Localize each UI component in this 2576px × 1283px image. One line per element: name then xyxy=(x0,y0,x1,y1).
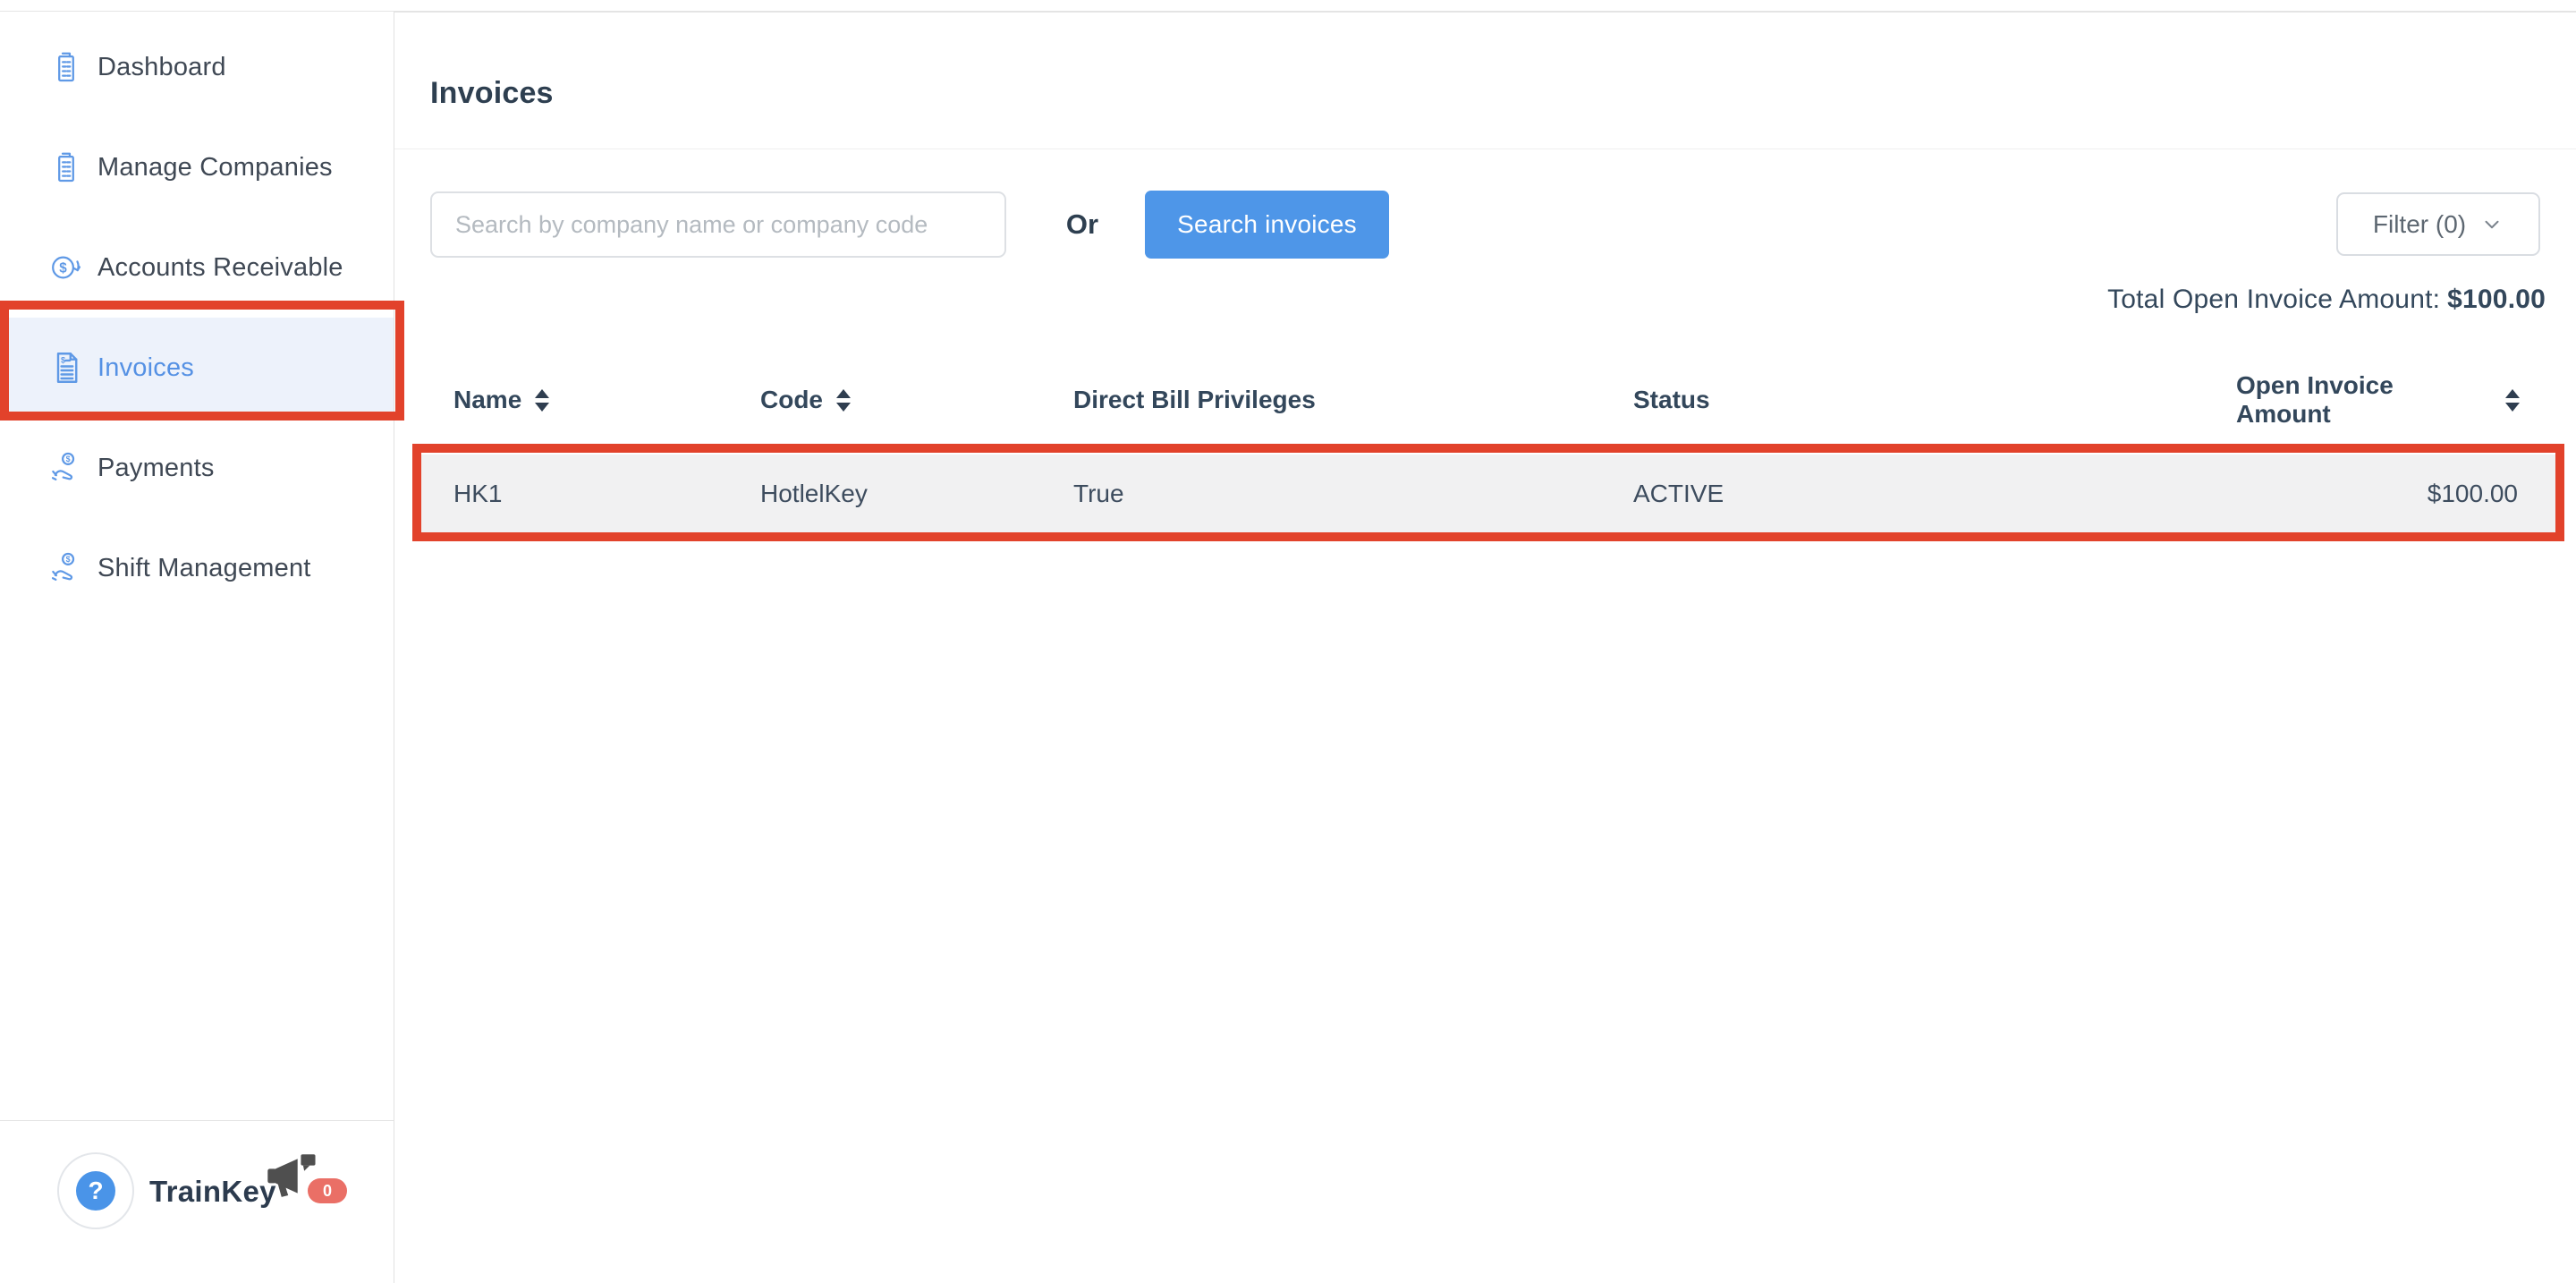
sidebar-item-dashboard[interactable]: Dashboard xyxy=(0,17,394,117)
filter-button-label: Filter (0) xyxy=(2373,210,2466,239)
notification-badge: 0 xyxy=(308,1178,347,1203)
hand-coin-icon: $ xyxy=(50,550,82,586)
summary-amount: $100.00 xyxy=(2447,285,2546,314)
sort-icon[interactable] xyxy=(836,389,851,412)
sidebar-item-label: Shift Management xyxy=(97,554,311,583)
svg-text:$: $ xyxy=(66,555,71,564)
sidebar-footer: ? TrainKey 0 xyxy=(0,1120,394,1283)
help-button[interactable]: ? xyxy=(57,1152,134,1229)
cell-name: HK1 xyxy=(421,480,728,508)
announcements-button[interactable]: 0 xyxy=(267,1153,356,1211)
sidebar-item-label: Dashboard xyxy=(97,53,226,82)
cell-code: HotlelKey xyxy=(728,480,1041,508)
sidebar-item-invoices[interactable]: $ Invoices xyxy=(0,318,394,418)
sidebar-item-label: Payments xyxy=(97,454,215,483)
sidebar: Dashboard Manage Companies $ xyxy=(0,12,394,1283)
sidebar-item-label: Invoices xyxy=(97,353,194,383)
search-invoices-button[interactable]: Search invoices xyxy=(1145,191,1389,259)
summary-label: Total Open Invoice Amount: xyxy=(2107,285,2440,314)
column-header-code[interactable]: Code xyxy=(728,386,1041,414)
table-row[interactable]: HK1 HotlelKey True ACTIVE $100.00 xyxy=(421,455,2555,533)
total-open-invoice-amount: Total Open Invoice Amount:$100.00 xyxy=(2107,285,2546,315)
cell-open-invoice-amount: $100.00 xyxy=(2204,480,2555,508)
search-input[interactable] xyxy=(430,191,1006,258)
column-header-open-invoice-amount[interactable]: Open Invoice Amount xyxy=(2204,371,2555,429)
column-header-status: Status xyxy=(1601,386,2204,414)
sort-icon[interactable] xyxy=(535,389,549,412)
chevron-down-icon xyxy=(2480,213,2504,236)
cell-status: ACTIVE xyxy=(1601,480,2204,508)
sidebar-item-payments[interactable]: $ Payments xyxy=(0,418,394,518)
main-content: Invoices Or Search invoices Filter (0) T… xyxy=(394,12,2576,1283)
sidebar-item-label: Manage Companies xyxy=(97,153,333,183)
invoices-table: Name Code Direct Bill Privileges Status … xyxy=(421,371,2555,533)
hand-coin-icon: $ xyxy=(50,450,82,486)
table-header-row: Name Code Direct Bill Privileges Status … xyxy=(421,371,2555,421)
column-header-name[interactable]: Name xyxy=(421,386,728,414)
invoice-document-icon: $ xyxy=(50,350,82,386)
svg-text:$: $ xyxy=(66,455,71,463)
or-label: Or xyxy=(1042,191,1123,258)
sidebar-item-accounts-receivable[interactable]: $ Accounts Receivable xyxy=(0,217,394,318)
svg-text:$: $ xyxy=(59,261,67,276)
brand-logo-text: TrainKey xyxy=(149,1175,276,1209)
building-ledger-icon xyxy=(50,149,82,185)
column-header-direct-bill-privileges: Direct Bill Privileges xyxy=(1041,386,1601,414)
page-title: Invoices xyxy=(430,76,554,111)
building-ledger-icon xyxy=(50,49,82,85)
sidebar-item-shift-management[interactable]: $ Shift Management xyxy=(0,518,394,618)
filter-button[interactable]: Filter (0) xyxy=(2336,192,2540,256)
dollar-circle-arrow-icon: $ xyxy=(50,250,82,285)
sidebar-item-manage-companies[interactable]: Manage Companies xyxy=(0,117,394,217)
sidebar-item-label: Accounts Receivable xyxy=(97,253,343,283)
cell-direct-bill-privileges: True xyxy=(1041,480,1601,508)
question-mark-icon: ? xyxy=(76,1171,115,1211)
sort-icon[interactable] xyxy=(2505,389,2520,412)
